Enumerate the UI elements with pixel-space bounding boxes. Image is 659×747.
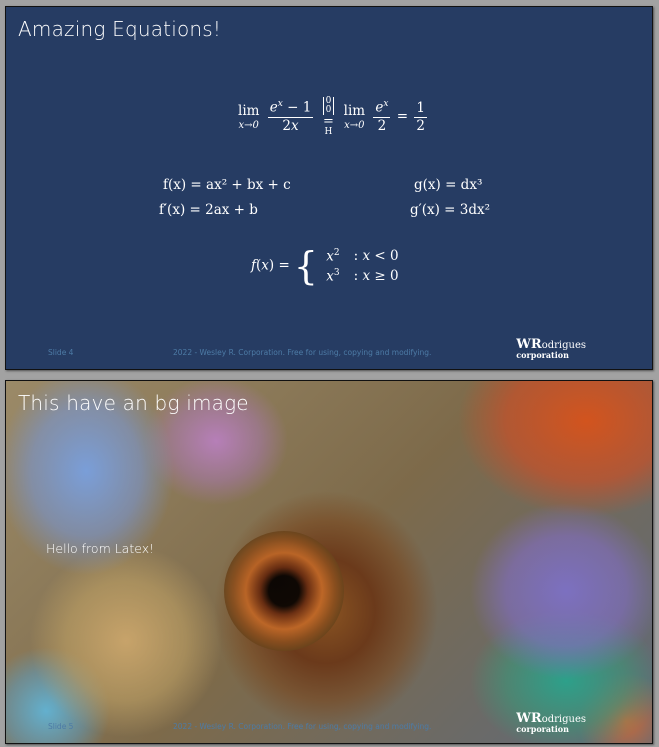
fraction: ex 2	[373, 99, 391, 134]
limit-equation: lim x→0 ex − 1 2x 0 0 = H lim x→0 ex 2 = 12	[238, 96, 427, 137]
equation-f-prime: f′(x) = 2ax + b	[159, 202, 258, 218]
slide-title: This have an bg image	[18, 391, 249, 415]
chameleon-background-image	[6, 381, 652, 743]
slide-thumbnail-4[interactable]: Amazing Equations! lim x→0 ex − 1 2x 0 0 = H …	[5, 6, 653, 370]
lim-operator: lim x→0	[238, 103, 260, 131]
chameleon-eye	[224, 531, 344, 651]
equation-g: g(x) = dx³	[414, 177, 483, 193]
footer-copyright: 2022 - Wesley R. Corporation. Free for u…	[173, 348, 432, 357]
slide-thumbnail-5[interactable]: This have an bg image Hello from Latex! …	[5, 380, 653, 744]
slide-body-text: Hello from Latex!	[46, 541, 155, 556]
fraction: 12	[414, 99, 427, 134]
lim-operator: lim x→0	[343, 103, 366, 131]
fraction: ex − 1 2x	[267, 99, 314, 134]
company-logo: WRodrigues corporation	[516, 711, 586, 734]
company-logo: WRodrigues corporation	[516, 337, 586, 360]
equation-g-prime: g′(x) = 3dx²	[410, 202, 491, 218]
slide-title: Amazing Equations!	[18, 17, 222, 41]
piecewise-equation: f(x) ={ x2: x < 0 x3: x ≥ 0	[251, 244, 399, 288]
equation-f: f(x) = ax² + bx + c	[163, 177, 291, 193]
lhopital-symbol: 0 0 = H	[322, 96, 335, 137]
slide-number: Slide 5	[48, 722, 74, 731]
slide-number: Slide 4	[48, 348, 74, 357]
footer-copyright: 2022 - Wesley R. Corporation. Free for u…	[173, 722, 432, 731]
